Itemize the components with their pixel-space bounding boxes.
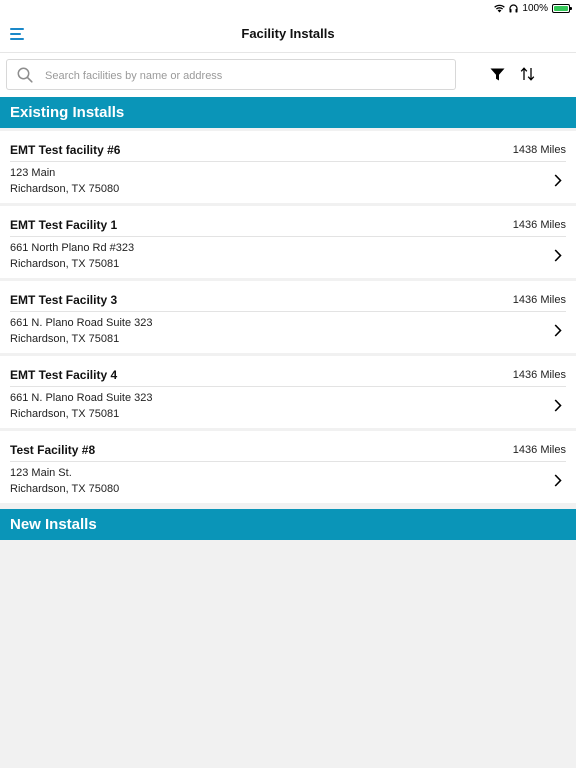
divider [10,161,566,162]
search-icon [17,67,33,83]
divider [10,236,566,237]
battery-percent: 100% [522,2,548,14]
navigation-bar: Facility Installs [0,16,576,53]
chevron-right-icon[interactable] [554,174,562,187]
facility-distance: 1436 Miles [512,369,566,381]
status-bar: 100% [0,0,576,16]
list-item[interactable]: EMT Test Facility 1 1436 Miles 661 North… [0,206,576,278]
facility-address-line1: 661 N. Plano Road Suite 323 [10,392,153,404]
facility-address-line2: Richardson, TX 75080 [10,183,120,195]
chevron-right-icon[interactable] [554,399,562,412]
divider [10,311,566,312]
facility-address-line1: 123 Main [10,167,56,179]
facility-name: EMT Test Facility 3 [10,293,118,307]
wifi-icon [494,4,506,12]
facility-name: EMT Test Facility 1 [10,218,118,232]
facility-address-line1: 123 Main St. [10,467,72,479]
facility-distance: 1438 Miles [512,144,566,156]
section-header-new-installs: New Installs [0,509,576,540]
facility-name: EMT Test Facility 4 [10,368,118,382]
list-item[interactable]: EMT Test Facility 4 1436 Miles 661 N. Pl… [0,356,576,428]
facility-name: EMT Test facility #6 [10,143,121,157]
divider [10,386,566,387]
facility-distance: 1436 Miles [512,294,566,306]
list-item[interactable]: Test Facility #8 1436 Miles 123 Main St.… [0,431,576,503]
facility-list: EMT Test facility #6 1438 Miles 123 Main… [0,131,576,506]
battery-charging-icon [552,3,572,13]
sort-icon[interactable] [520,67,535,81]
page-title: Facility Installs [241,26,335,41]
divider [10,461,566,462]
facility-name: Test Facility #8 [10,443,96,457]
facility-address-line2: Richardson, TX 75081 [10,408,120,420]
filter-icon[interactable] [490,68,505,81]
facility-address-line2: Richardson, TX 75080 [10,483,120,495]
headphones-icon [509,3,519,12]
status-icons: 100% [494,2,572,14]
search-toolbar [0,53,576,97]
chevron-right-icon[interactable] [554,474,562,487]
facility-distance: 1436 Miles [512,219,566,231]
facility-address-line1: 661 N. Plano Road Suite 323 [10,317,153,329]
facility-distance: 1436 Miles [512,444,566,456]
search-input[interactable] [43,65,447,87]
section-header-existing-installs: Existing Installs [0,97,576,128]
facility-address-line1: 661 North Plano Rd #323 [10,242,135,254]
facility-address-line2: Richardson, TX 75081 [10,333,120,345]
chevron-right-icon[interactable] [554,249,562,262]
chevron-right-icon[interactable] [554,324,562,337]
search-box[interactable] [6,59,456,90]
list-item[interactable]: EMT Test Facility 3 1436 Miles 661 N. Pl… [0,281,576,353]
facility-address-line2: Richardson, TX 75081 [10,258,120,270]
list-item[interactable]: EMT Test facility #6 1438 Miles 123 Main… [0,131,576,203]
